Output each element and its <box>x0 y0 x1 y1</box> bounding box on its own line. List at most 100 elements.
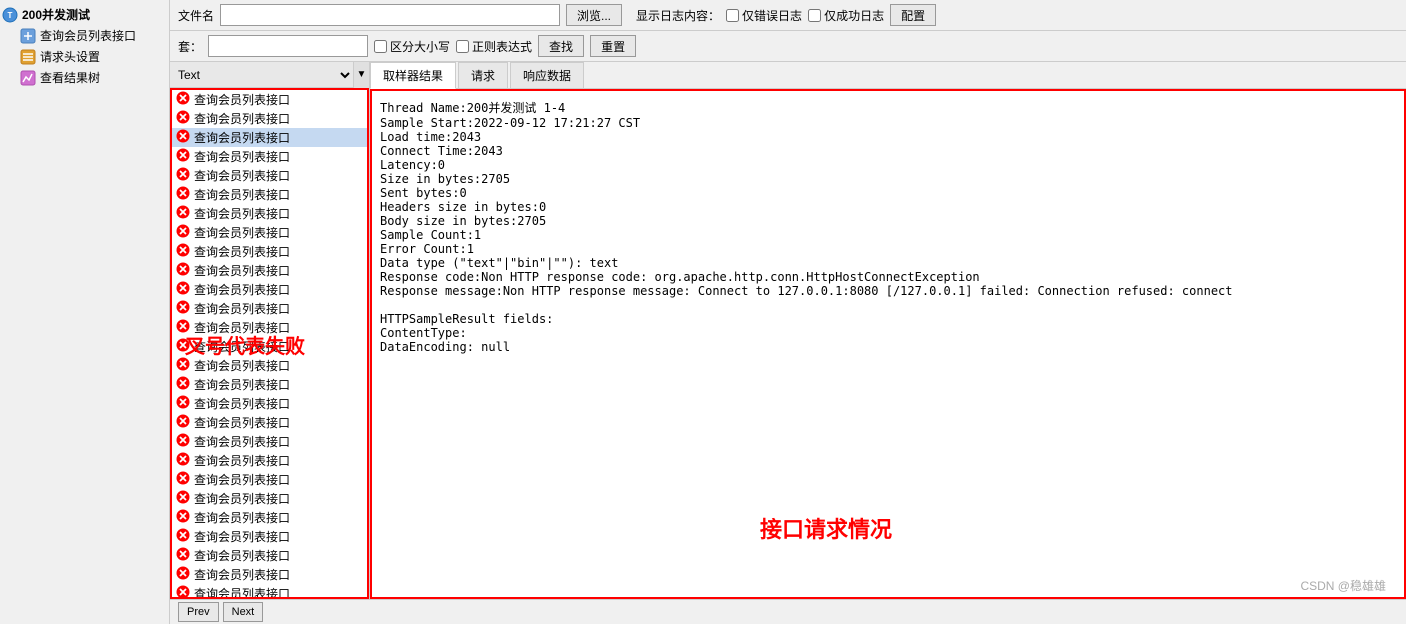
list-item[interactable]: 查询会员列表接口 <box>172 470 367 489</box>
list-item-text: 查询会员列表接口 <box>194 262 290 279</box>
error-icon <box>176 452 190 469</box>
browse-button[interactable]: 浏览... <box>566 4 622 26</box>
toolbar: 文件名 浏览... 显示日志内容： 仅错误日志 仅成功日志 配置 <box>170 0 1406 31</box>
sidebar-item-listener[interactable]: 查看结果树 <box>0 67 169 88</box>
success-log-text: 仅成功日志 <box>824 7 884 24</box>
list-item[interactable]: 查询会员列表接口 <box>172 527 367 546</box>
list-item[interactable]: 查询会员列表接口 <box>172 261 367 280</box>
results-list-panel: Text XML HTML JSON ▼ 查询会员列表接口查询会员列表接口查询会… <box>170 62 370 599</box>
log-label: 显示日志内容： <box>636 7 720 24</box>
next-button[interactable]: Next <box>223 602 264 622</box>
reset-button[interactable]: 重置 <box>590 35 636 57</box>
list-item[interactable]: 查询会员列表接口 <box>172 337 367 356</box>
case-text: 区分大小写 <box>390 38 450 55</box>
list-item[interactable]: 查询会员列表接口 <box>172 451 367 470</box>
detail-tabs: 取样器结果 请求 响应数据 <box>370 62 1406 89</box>
sidebar-item-sampler[interactable]: 查询会员列表接口 <box>0 25 169 46</box>
error-icon <box>176 547 190 564</box>
tab-request[interactable]: 请求 <box>458 62 508 88</box>
list-item[interactable]: 查询会员列表接口 <box>172 185 367 204</box>
list-item-text: 查询会员列表接口 <box>194 452 290 469</box>
list-item[interactable]: 查询会员列表接口 <box>172 242 367 261</box>
list-item-text: 查询会员列表接口 <box>194 186 290 203</box>
detail-content: Thread Name:200并发测试 1-4 Sample Start:202… <box>370 89 1406 599</box>
results-list-header: Text XML HTML JSON ▼ <box>170 62 369 88</box>
error-log-checkbox[interactable] <box>726 9 739 22</box>
list-item[interactable]: 查询会员列表接口 <box>172 375 367 394</box>
sidebar-item-config[interactable]: 请求头设置 <box>0 46 169 67</box>
prev-button[interactable]: Prev <box>178 602 219 622</box>
list-item-text: 查询会员列表接口 <box>194 110 290 127</box>
search-bar: 套： 区分大小写 正则表达式 查找 重置 <box>170 31 1406 62</box>
list-item[interactable]: 查询会员列表接口 <box>172 109 367 128</box>
list-item-text: 查询会员列表接口 <box>194 566 290 583</box>
list-item[interactable]: 查询会员列表接口 <box>172 394 367 413</box>
list-item-text: 查询会员列表接口 <box>194 281 290 298</box>
sidebar-config-label: 请求头设置 <box>40 48 100 65</box>
list-item[interactable]: 查询会员列表接口 <box>172 280 367 299</box>
error-icon <box>176 148 190 165</box>
error-icon <box>176 414 190 431</box>
error-icon <box>176 395 190 412</box>
list-item[interactable]: 查询会员列表接口 <box>172 565 367 584</box>
list-item-text: 查询会员列表接口 <box>194 224 290 241</box>
error-icon <box>176 357 190 374</box>
error-icon <box>176 281 190 298</box>
error-icon <box>176 262 190 279</box>
list-item-text: 查询会员列表接口 <box>194 338 290 355</box>
collapse-button[interactable]: ▼ <box>353 62 369 88</box>
success-log-checkbox[interactable] <box>808 9 821 22</box>
list-item[interactable]: 查询会员列表接口 <box>172 546 367 565</box>
list-item-text: 查询会员列表接口 <box>194 471 290 488</box>
list-item[interactable]: 查询会员列表接口 <box>172 318 367 337</box>
error-icon <box>176 186 190 203</box>
search-label: 套： <box>178 38 202 55</box>
list-item-text: 查询会员列表接口 <box>194 319 290 336</box>
error-icon <box>176 300 190 317</box>
file-input[interactable] <box>220 4 560 26</box>
sidebar-root-item[interactable]: T 200并发测试 <box>0 4 169 25</box>
error-icon <box>176 433 190 450</box>
error-icon <box>176 376 190 393</box>
sidebar-listener-label: 查看结果树 <box>40 69 100 86</box>
tab-sampler-result[interactable]: 取样器结果 <box>370 62 456 89</box>
search-input[interactable] <box>208 35 368 57</box>
list-item-text: 查询会员列表接口 <box>194 395 290 412</box>
error-icon <box>176 110 190 127</box>
regex-checkbox[interactable] <box>456 40 469 53</box>
regex-text: 正则表达式 <box>472 38 532 55</box>
error-icon <box>176 243 190 260</box>
list-item[interactable]: 查询会员列表接口 <box>172 147 367 166</box>
results-list: 查询会员列表接口查询会员列表接口查询会员列表接口查询会员列表接口查询会员列表接口… <box>170 88 369 599</box>
list-item[interactable]: 查询会员列表接口 <box>172 128 367 147</box>
list-item[interactable]: 查询会员列表接口 <box>172 166 367 185</box>
case-checkbox[interactable] <box>374 40 387 53</box>
list-item-text: 查询会员列表接口 <box>194 167 290 184</box>
results-type-dropdown[interactable]: Text XML HTML JSON <box>170 63 353 87</box>
list-item-text: 查询会员列表接口 <box>194 205 290 222</box>
list-item-text: 查询会员列表接口 <box>194 433 290 450</box>
config-icon <box>20 49 36 65</box>
config-button[interactable]: 配置 <box>890 4 936 26</box>
list-item[interactable]: 查询会员列表接口 <box>172 413 367 432</box>
case-checkbox-label: 区分大小写 <box>374 38 450 55</box>
list-item[interactable]: 查询会员列表接口 <box>172 204 367 223</box>
sampler-icon <box>20 28 36 44</box>
list-item[interactable]: 查询会员列表接口 <box>172 299 367 318</box>
list-item[interactable]: 查询会员列表接口 <box>172 432 367 451</box>
list-item[interactable]: 查询会员列表接口 <box>172 356 367 375</box>
error-icon <box>176 585 190 599</box>
list-item[interactable]: 查询会员列表接口 <box>172 584 367 599</box>
tab-response-data[interactable]: 响应数据 <box>510 62 584 88</box>
error-icon <box>176 319 190 336</box>
error-icon <box>176 471 190 488</box>
list-item-text: 查询会员列表接口 <box>194 243 290 260</box>
list-item[interactable]: 查询会员列表接口 <box>172 223 367 242</box>
list-item[interactable]: 查询会员列表接口 <box>172 508 367 527</box>
sidebar-sampler-label: 查询会员列表接口 <box>40 27 136 44</box>
list-item[interactable]: 查询会员列表接口 <box>172 90 367 109</box>
list-item-text: 查询会员列表接口 <box>194 414 290 431</box>
list-item[interactable]: 查询会员列表接口 <box>172 489 367 508</box>
bottom-bar: Prev Next <box>170 599 1406 624</box>
search-button[interactable]: 查找 <box>538 35 584 57</box>
